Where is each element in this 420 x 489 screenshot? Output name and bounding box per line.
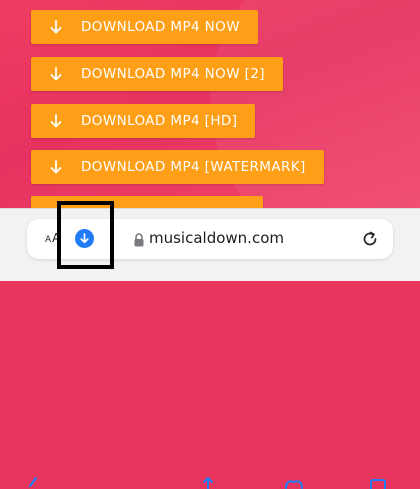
share-icon[interactable] bbox=[197, 475, 219, 489]
reload-icon[interactable] bbox=[360, 229, 380, 249]
download-arrow-icon bbox=[49, 19, 63, 35]
download-arrow-icon bbox=[49, 66, 63, 82]
bookmarks-icon[interactable] bbox=[283, 475, 305, 489]
download-mp4-now-button[interactable]: DOWNLOAD MP4 NOW bbox=[31, 10, 258, 44]
download-arrow-icon bbox=[49, 113, 63, 129]
url-text: musicaldown.com bbox=[149, 229, 284, 247]
lock-icon bbox=[133, 232, 145, 247]
download-button-label: DOWNLOAD MP4 NOW bbox=[81, 19, 240, 35]
tabs-icon[interactable] bbox=[367, 475, 389, 489]
download-mp4-now-2-button[interactable]: DOWNLOAD MP4 NOW [2] bbox=[31, 57, 283, 91]
download-button-label: DOWNLOAD MP4 [HD] bbox=[81, 113, 238, 129]
download-button-label: DOWNLOAD MP4 [WATERMARK] bbox=[81, 159, 306, 175]
download-button-label: DOWNLOAD MP4 NOW [2] bbox=[81, 66, 265, 82]
web-page: DOWNLOAD MP4 NOW DOWNLOAD MP4 NOW [2] DO… bbox=[0, 0, 420, 212]
download-arrow-icon bbox=[49, 159, 63, 175]
back-icon[interactable] bbox=[24, 475, 46, 489]
download-mp4-watermark-button[interactable]: DOWNLOAD MP4 [WATERMARK] bbox=[31, 150, 324, 184]
highlight-box bbox=[57, 201, 114, 269]
download-mp4-hd-button[interactable]: DOWNLOAD MP4 [HD] bbox=[31, 104, 256, 138]
